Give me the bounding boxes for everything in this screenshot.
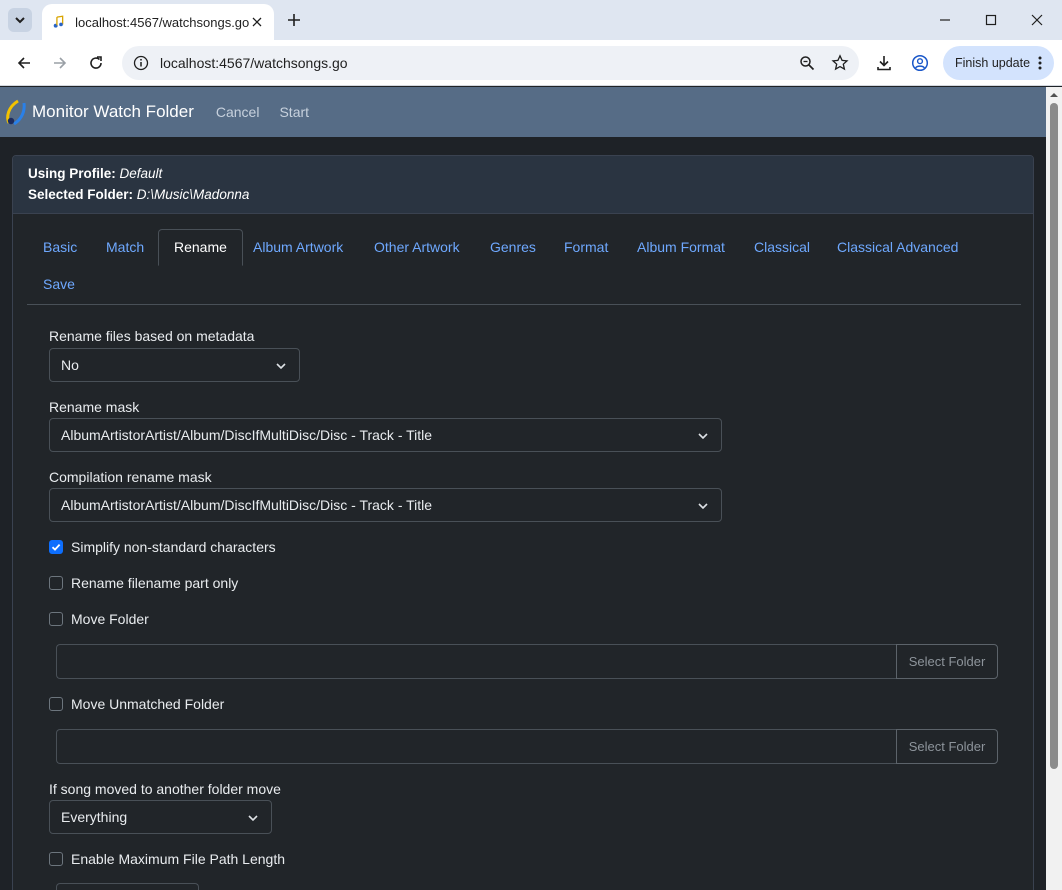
minimize-icon[interactable] [922, 0, 968, 40]
tab-other-artwork[interactable]: Other Artwork [359, 229, 475, 266]
max-path-checkbox-row[interactable]: Enable Maximum File Path Length [49, 851, 285, 867]
forward-arrow-icon[interactable] [46, 49, 74, 77]
tab-album-format[interactable]: Album Format [622, 229, 740, 266]
tab-rename[interactable]: Rename [158, 229, 243, 266]
moved-select[interactable]: Everything [49, 800, 272, 834]
tab-album-artwork[interactable]: Album Artwork [238, 229, 358, 266]
rename-part-checkbox-row[interactable]: Rename filename part only [49, 575, 238, 591]
cancel-button[interactable]: Cancel [216, 104, 260, 120]
moved-label: If song moved to another folder move [49, 781, 281, 797]
tab-basic[interactable]: Basic [28, 229, 92, 266]
app-title: Monitor Watch Folder [32, 102, 194, 121]
browser-toolbar: localhost:4567/watchsongs.go Finish upda… [0, 40, 1062, 86]
chevron-down-icon [248, 815, 258, 822]
tab-classical-advanced[interactable]: Classical Advanced [822, 229, 973, 266]
move-folder-group: Select Folder [56, 644, 998, 679]
left-edge [0, 137, 12, 890]
rename-mask-select[interactable]: AlbumArtistorArtist/Album/DiscIfMultiDis… [49, 418, 722, 452]
start-button[interactable]: Start [279, 104, 309, 120]
simplify-checkbox-row[interactable]: Simplify non-standard characters [49, 539, 276, 555]
music-note-icon [53, 15, 64, 28]
bookmark-star-icon[interactable] [826, 49, 854, 77]
finish-update-label: Finish update [955, 56, 1031, 70]
app-logo-icon [6, 99, 26, 126]
move-folder-checkbox-row[interactable]: Move Folder [49, 611, 149, 627]
settings-panel: Using Profile: Default Selected Folder: … [12, 155, 1034, 890]
tab-genres[interactable]: Genres [475, 229, 551, 266]
move-unmatched-label: Move Unmatched Folder [71, 696, 225, 712]
tab-classical[interactable]: Classical [739, 229, 825, 266]
tab-close-icon[interactable] [249, 13, 264, 31]
page-scrollbar[interactable] [1046, 87, 1062, 890]
profile-value: Default [119, 166, 163, 181]
new-tab-plus-icon[interactable] [282, 8, 306, 32]
scrollbar-thumb[interactable] [1050, 103, 1058, 769]
compilation-mask-select[interactable]: AlbumArtistorArtist/Album/DiscIfMultiDis… [49, 488, 722, 522]
folder-row: Selected Folder: D:\Music\Madonna [28, 185, 1018, 206]
back-arrow-icon[interactable] [10, 49, 38, 77]
rename-part-label: Rename filename part only [71, 575, 239, 591]
rename-files-value: No [61, 357, 79, 373]
download-icon[interactable] [870, 49, 898, 77]
tab-search-button[interactable] [8, 8, 32, 32]
simplify-checkbox[interactable] [49, 540, 63, 554]
moved-value: Everything [61, 809, 128, 825]
move-folder-label: Move Folder [71, 611, 149, 627]
maximize-icon[interactable] [968, 0, 1014, 40]
tab-save[interactable]: Save [28, 266, 90, 303]
compilation-mask-label: Compilation rename mask [49, 469, 212, 485]
tab-title: localhost:4567/watchsongs.go [75, 14, 250, 30]
rename-part-checkbox[interactable] [49, 576, 63, 590]
chevron-down-icon [15, 17, 25, 24]
browser-tab[interactable]: localhost:4567/watchsongs.go [42, 4, 274, 40]
move-folder-select-button[interactable]: Select Folder [896, 644, 998, 679]
move-folder-checkbox[interactable] [49, 612, 63, 626]
chevron-down-icon [276, 363, 286, 370]
rename-mask-label: Rename mask [49, 399, 140, 415]
compilation-mask-value: AlbumArtistorArtist/Album/DiscIfMultiDis… [61, 497, 433, 513]
tab-format[interactable]: Format [549, 229, 623, 266]
panel-header: Using Profile: Default Selected Folder: … [13, 156, 1033, 214]
address-bar[interactable]: localhost:4567/watchsongs.go [122, 46, 859, 80]
window-close-icon[interactable] [1014, 0, 1060, 40]
browser-tab-strip: localhost:4567/watchsongs.go [0, 0, 1062, 40]
max-path-input[interactable] [56, 883, 199, 890]
url-text[interactable]: localhost:4567/watchsongs.go [160, 55, 793, 71]
checkmark-icon [51, 543, 61, 551]
folder-label: Selected Folder: [28, 187, 134, 202]
chevron-down-icon [698, 433, 708, 440]
move-unmatched-input[interactable] [56, 729, 896, 764]
app-header: Monitor Watch Folder Cancel Start [0, 87, 1046, 137]
max-path-label: Enable Maximum File Path Length [71, 851, 285, 867]
rename-files-label: Rename files based on metadata [49, 328, 255, 344]
site-info-icon[interactable] [132, 54, 150, 72]
rename-mask-value: AlbumArtistorArtist/Album/DiscIfMultiDis… [61, 427, 433, 443]
profile-row: Using Profile: Default [28, 164, 1018, 185]
chevron-down-icon [698, 503, 708, 510]
folder-value: D:\Music\Madonna [136, 187, 250, 202]
move-folder-input[interactable] [56, 644, 896, 679]
more-vert-icon [1038, 56, 1042, 70]
move-unmatched-group: Select Folder [56, 729, 998, 764]
max-path-checkbox[interactable] [49, 852, 63, 866]
scroll-up-icon[interactable] [1050, 91, 1058, 99]
move-unmatched-checkbox-row[interactable]: Move Unmatched Folder [49, 696, 224, 712]
settings-tabs: Basic Match Rename Album Artwork Other A… [27, 229, 1021, 305]
finish-update-button[interactable]: Finish update [943, 46, 1054, 80]
tab-match[interactable]: Match [91, 229, 159, 266]
move-unmatched-select-button[interactable]: Select Folder [896, 729, 998, 764]
simplify-label: Simplify non-standard characters [71, 539, 276, 555]
rename-files-select[interactable]: No [49, 348, 300, 382]
move-unmatched-checkbox[interactable] [49, 697, 63, 711]
profile-label: Using Profile: [28, 166, 116, 181]
profile-avatar-icon[interactable] [906, 49, 934, 77]
reload-icon[interactable] [82, 49, 110, 77]
zoom-icon[interactable] [793, 49, 821, 77]
